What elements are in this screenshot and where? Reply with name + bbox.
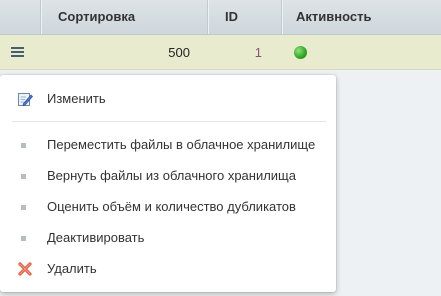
menu-item-delete[interactable]: Удалить: [0, 254, 336, 284]
menu-item-estimate-duplicates[interactable]: Оценить объём и количество дубликатов: [0, 192, 336, 222]
edit-pencil-icon: [18, 93, 33, 106]
menu-item-restore-from-cloud[interactable]: Вернуть файлы из облачного хранилища: [0, 161, 336, 191]
menu-item-edit[interactable]: Изменить: [0, 84, 336, 114]
menu-item-label: Удалить: [47, 261, 97, 276]
menu-item-label: Изменить: [47, 91, 106, 106]
header-sort[interactable]: Сортировка: [41, 0, 208, 34]
menu-item-label: Переместить файлы в облачное хранилище: [47, 137, 316, 152]
cell-id: 1: [254, 45, 262, 60]
delete-cross-icon: [18, 262, 32, 276]
row-context-menu: Изменить Переместить файлы в облачное хр…: [0, 75, 336, 292]
menu-item-label: Вернуть файлы из облачного хранилища: [47, 168, 296, 183]
header-id[interactable]: ID: [208, 0, 282, 34]
header-active[interactable]: Активность: [282, 0, 441, 34]
menu-separator: [12, 121, 326, 122]
header-menu-column: [0, 0, 41, 34]
active-status-icon: [294, 46, 307, 59]
bullet-icon: [21, 236, 26, 241]
bullet-icon: [21, 143, 26, 148]
menu-item-label: Оценить объём и количество дубликатов: [47, 199, 296, 214]
menu-item-move-to-cloud[interactable]: Переместить файлы в облачное хранилище: [0, 130, 336, 160]
bullet-icon: [21, 174, 26, 179]
bullet-icon: [21, 205, 26, 210]
table-row[interactable]: 500 1: [0, 35, 441, 70]
menu-item-label: Деактивировать: [47, 230, 145, 245]
table-header: Сортировка ID Активность: [0, 0, 441, 35]
cell-sort: 500: [168, 45, 190, 60]
menu-item-deactivate[interactable]: Деактивировать: [0, 223, 336, 253]
hamburger-icon[interactable]: [11, 46, 25, 58]
